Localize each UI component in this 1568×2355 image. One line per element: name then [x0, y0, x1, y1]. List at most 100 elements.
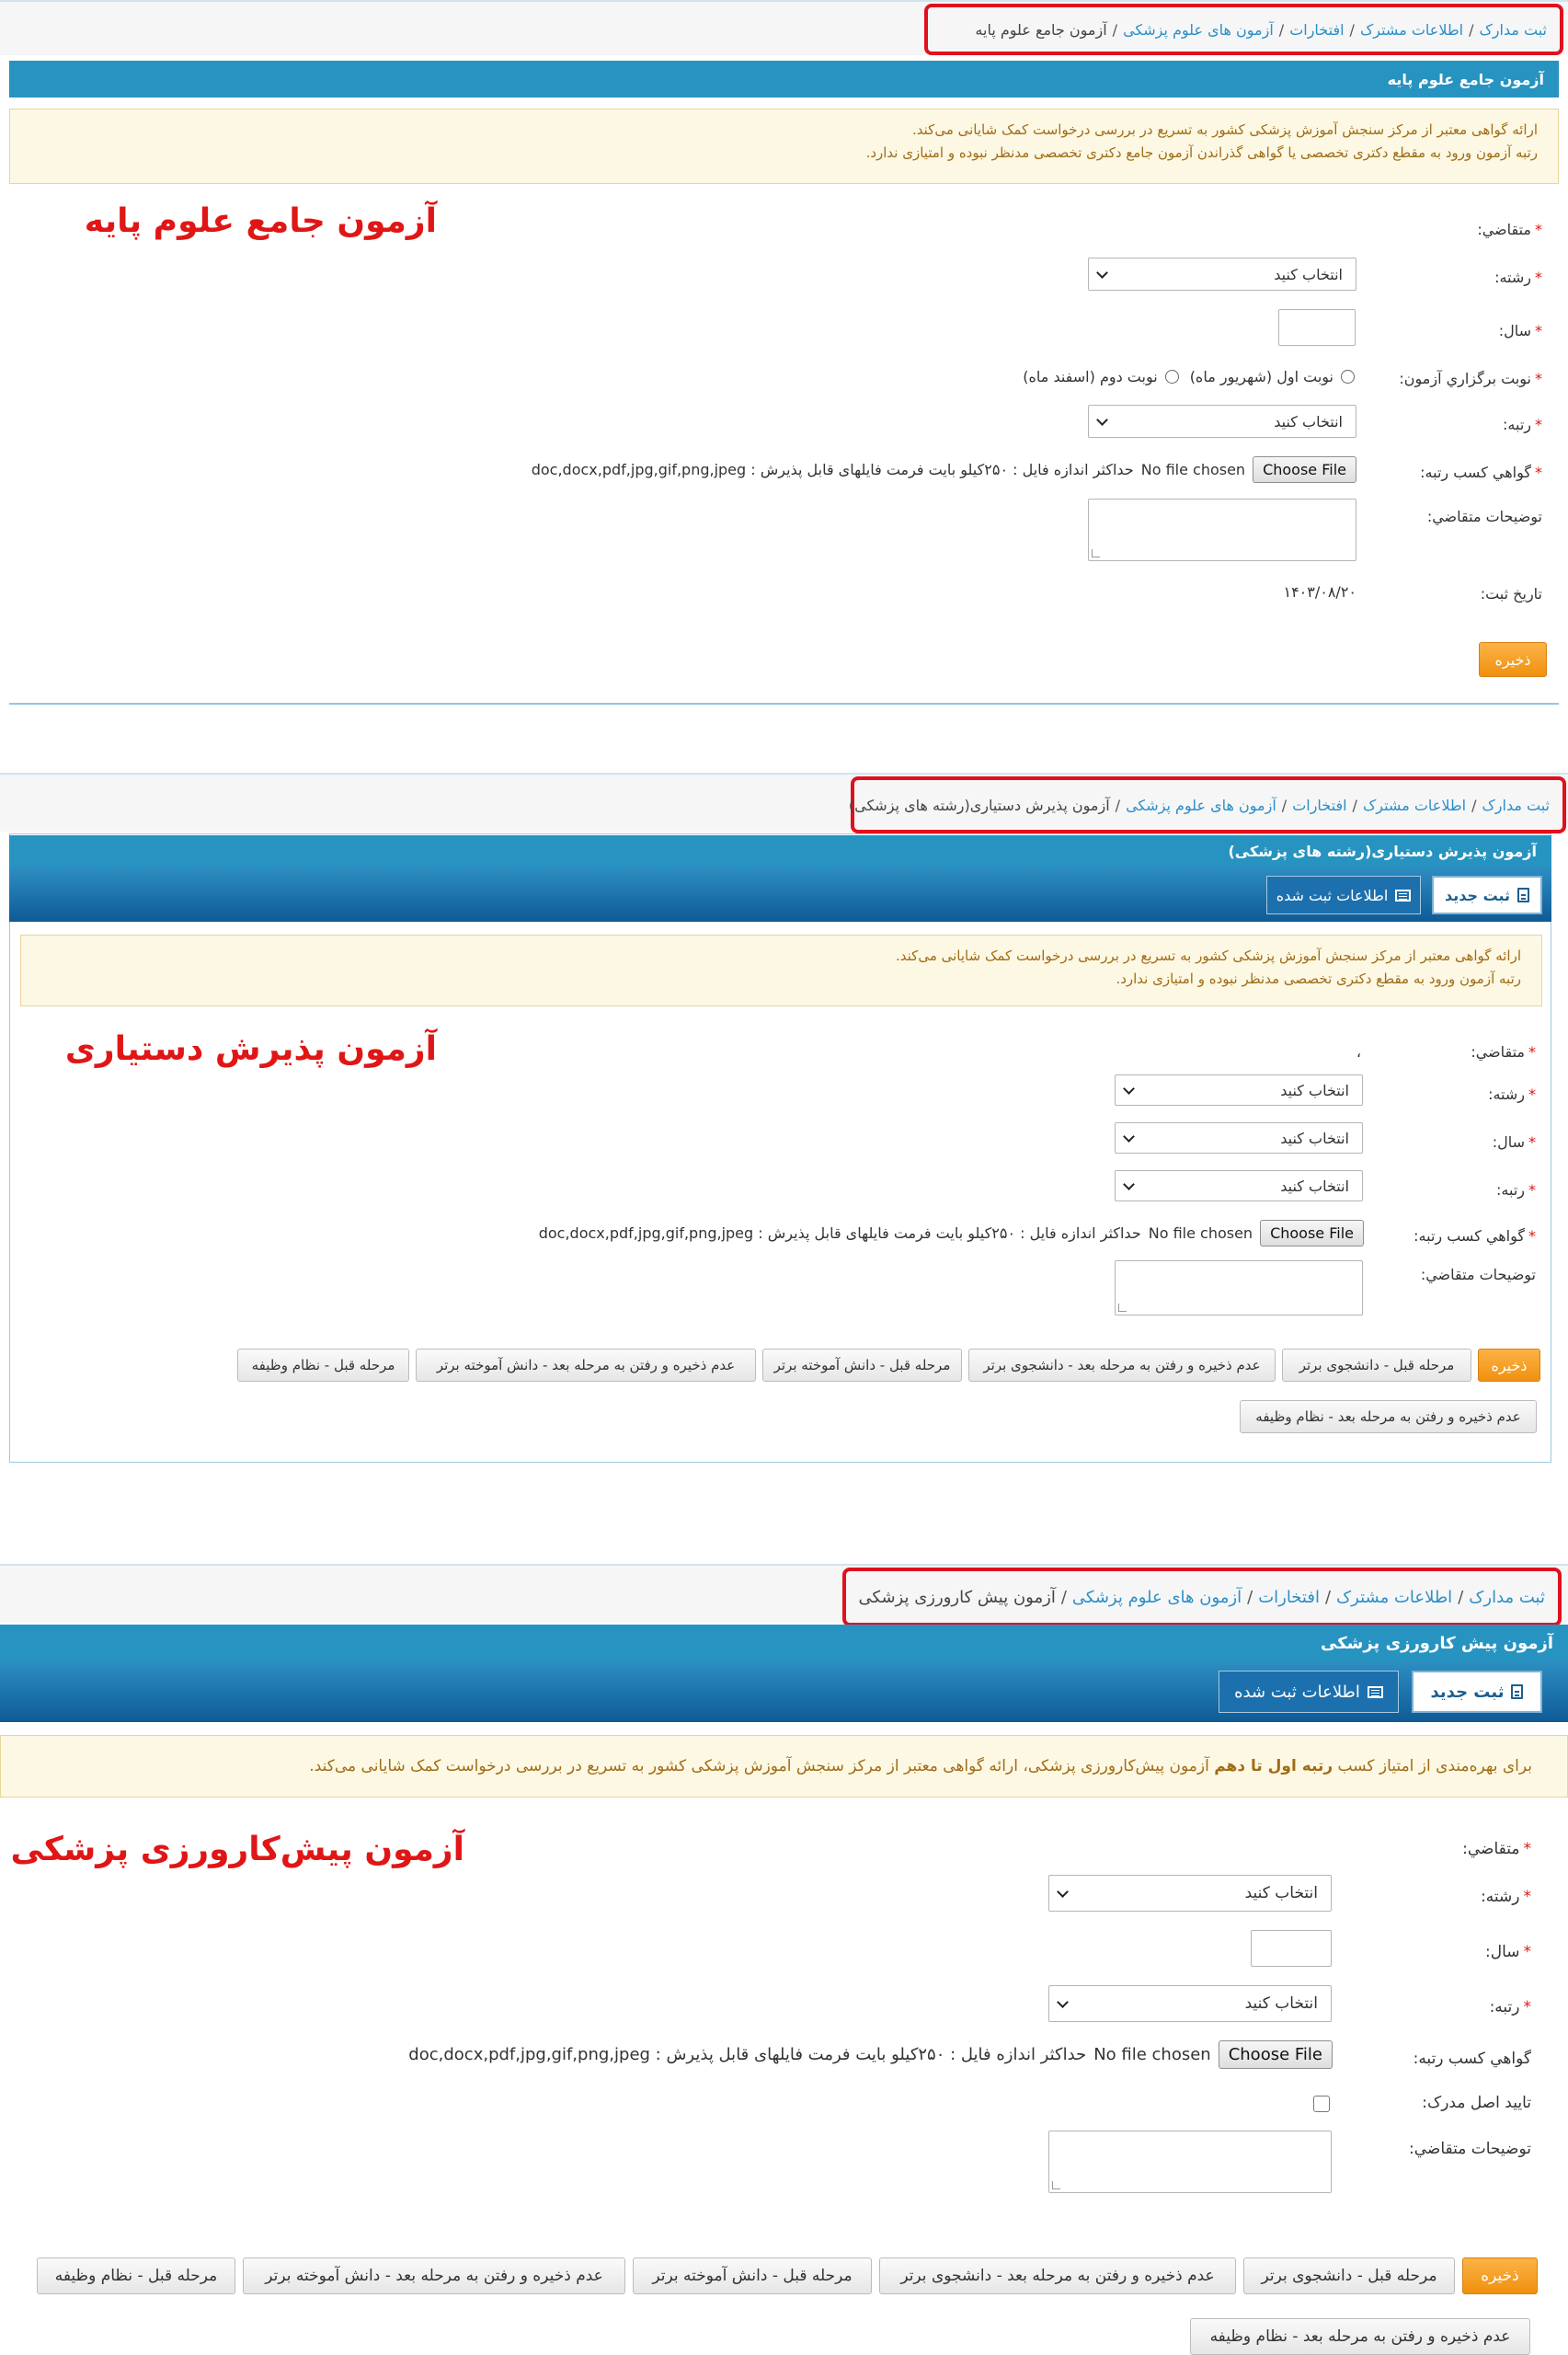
reg-date-label: تاريخ ثبت:: [1480, 585, 1542, 603]
alert-line: برای بهره‌مندی از امتیاز کسب رتبه اول تا…: [309, 1756, 1532, 1775]
certificate-file-row: Choose File No file chosen حداکثر اندازه…: [408, 2040, 1333, 2069]
breadcrumb-medical[interactable]: آزمون های علوم پزشکی: [1072, 1588, 1242, 1607]
breadcrumb-shared[interactable]: اطلاعات مشترک: [1336, 1588, 1452, 1607]
file-size-note: حداکثر اندازه فایل : ۲۵۰کیلو بایت فرمت ف…: [408, 2045, 1087, 2064]
year-input[interactable]: [1278, 309, 1356, 346]
next-top-student-button[interactable]: عدم ذخیره و رفتن به مرحله بعد - دانشجوی …: [968, 1349, 1276, 1382]
breadcrumb-home[interactable]: ثبت مدارک: [1469, 1588, 1545, 1607]
info-alert: ارائه گواهی معتبر از مرکز سنجش آموزش پزش…: [20, 935, 1542, 1006]
applicant-label: *متقاضي:: [1471, 1043, 1536, 1061]
applicant-label: *متقاضي:: [1462, 1840, 1531, 1858]
description-textarea[interactable]: [1048, 2131, 1332, 2193]
round-radio-group: نوبت اول (شهریور ماه) نوبت دوم (اسفند ما…: [1023, 368, 1355, 385]
next-top-student-button[interactable]: عدم ذخیره و رفتن به مرحله بعد - دانشجوی …: [879, 2257, 1236, 2294]
breadcrumb-current: آزمون جامع علوم پایه: [975, 20, 1107, 39]
breadcrumb-current: آزمون پذیرش دستیاری(رشته های پزشکی): [848, 796, 1110, 814]
breadcrumb-home[interactable]: ثبت مدارک: [1482, 797, 1550, 814]
description-label: توضیحات متقاضي:: [1420, 1266, 1536, 1283]
prev-top-student-button[interactable]: مرحله قبل - دانشجوی برتر: [1243, 2257, 1455, 2294]
breadcrumb-honors[interactable]: افتخارات: [1289, 21, 1344, 39]
year-input[interactable]: [1251, 1930, 1332, 1967]
required-mark: *: [1535, 221, 1542, 238]
prev-military-button[interactable]: مرحله قبل - نظام وظیفه: [237, 1349, 409, 1382]
prev-top-graduate-button[interactable]: مرحله قبل - دانش آموخته برتر: [633, 2257, 872, 2294]
no-file-text: No file chosen: [1148, 1224, 1253, 1242]
tab-saved-records[interactable]: اطلاعات ثبت شده: [1266, 876, 1421, 914]
breadcrumb: ثبت مدارک / اطلاعات مشترک / افتخارات / آزمو…: [848, 776, 1566, 833]
original-confirm-checkbox[interactable]: [1313, 2096, 1330, 2112]
choose-file-button[interactable]: Choose File: [1260, 1220, 1364, 1246]
rank-select[interactable]: انتخاب کنید: [1115, 1170, 1363, 1201]
alert-line: رتبه آزمون ورود به مقطع دکتری تخصصی مدنظ…: [1116, 971, 1521, 987]
rank-label: *رتبه:: [1489, 1998, 1531, 2016]
certificate-label: *گواهي كسب رتبه:: [1420, 464, 1542, 481]
document-icon: [1511, 1684, 1524, 1699]
tab-saved-records[interactable]: اطلاعات ثبت شده: [1219, 1671, 1399, 1713]
certificate-file-row: Choose File No file chosen حداکثر اندازه…: [539, 1220, 1364, 1246]
prev-top-student-button[interactable]: مرحله قبل - دانشجوی برتر: [1282, 1349, 1471, 1382]
alert-line: ارائه گواهی معتبر از مرکز سنجش آموزش پزش…: [912, 121, 1538, 138]
section-title: آزمون پیش‌کارورزی پزشکی: [10, 1831, 465, 1868]
save-button[interactable]: ذخیره: [1478, 1349, 1540, 1382]
breadcrumb-medical[interactable]: آزمون های علوم پزشکی: [1126, 797, 1276, 814]
chevron-down-icon: [1123, 1130, 1135, 1143]
tab-new-record[interactable]: ثبت جدید: [1432, 876, 1542, 914]
rank-label: *رتبه:: [1496, 1181, 1536, 1199]
field-label: *رشته:: [1481, 1888, 1531, 1906]
save-button[interactable]: ذخیره: [1479, 642, 1547, 677]
next-top-graduate-button[interactable]: عدم ذخیره و رفتن به مرحله بعد - دانش آمو…: [243, 2257, 625, 2294]
panel-header: آزمون پذیرش دستیاری(رشته های پزشکی): [9, 835, 1551, 867]
breadcrumb-medical[interactable]: آزمون های علوم پزشکی: [1123, 21, 1274, 39]
no-file-text: No file chosen: [1140, 461, 1246, 478]
description-textarea[interactable]: [1115, 1260, 1363, 1315]
tab-new-record[interactable]: ثبت جدید: [1412, 1671, 1542, 1713]
chevron-down-icon: [1057, 1995, 1069, 2008]
save-button[interactable]: ذخیره: [1462, 2257, 1538, 2294]
description-label: توضیحات متقاضي:: [1409, 2140, 1531, 2158]
prev-top-graduate-button[interactable]: مرحله قبل - دانش آموخته برتر: [762, 1349, 962, 1382]
breadcrumb-honors[interactable]: افتخارات: [1258, 1588, 1320, 1607]
next-top-graduate-button[interactable]: عدم ذخیره و رفتن به مرحله بعد - دانش آمو…: [416, 1349, 756, 1382]
alert-highlight: رتبه اول تا دهم: [1214, 1756, 1333, 1775]
next-military-button[interactable]: عدم ذخیره و رفتن به مرحله بعد - نظام وظی…: [1190, 2318, 1530, 2355]
list-icon: [1367, 1685, 1383, 1698]
choose-file-button[interactable]: Choose File: [1253, 456, 1356, 483]
panel-divider: [9, 703, 1559, 705]
rank-select[interactable]: انتخاب کنید: [1048, 1985, 1332, 2022]
original-confirm-label: تاييد اصل مدرک:: [1422, 2094, 1531, 2112]
chevron-down-icon: [1096, 266, 1108, 279]
description-label: توضیحات متقاضي:: [1426, 508, 1542, 525]
file-size-note: حداکثر اندازه فایل : ۲۵۰کیلو بایت فرمت ف…: [531, 461, 1134, 478]
no-file-text: No file chosen: [1093, 2045, 1211, 2064]
breadcrumb-honors[interactable]: افتخارات: [1292, 797, 1346, 814]
breadcrumb-shared[interactable]: اطلاعات مشترک: [1363, 797, 1466, 814]
breadcrumb: ثبت مدارک / اطلاعات مشترک / افتخارات / آزمو…: [842, 1568, 1562, 1626]
field-select[interactable]: انتخاب کنید: [1048, 1875, 1332, 1912]
file-size-note: حداکثر اندازه فایل : ۲۵۰کیلو بایت فرمت ف…: [538, 1224, 1141, 1242]
field-select[interactable]: انتخاب کنید: [1115, 1074, 1363, 1106]
certificate-label: گواهي كسب رتبه:: [1413, 2050, 1531, 2068]
reg-date-value: ۱۴۰۳/۰۸/۲۰: [1283, 583, 1356, 601]
field-select[interactable]: انتخاب کنید: [1088, 258, 1356, 291]
panel-residency: ثبت مدارک / اطلاعات مشترک / افتخارات / آزمو…: [0, 773, 1568, 1472]
description-textarea[interactable]: [1088, 499, 1356, 561]
round-radio-second[interactable]: [1164, 370, 1179, 384]
rank-select[interactable]: انتخاب کنید: [1088, 405, 1356, 438]
panel-header: آزمون پیش کارورزی پزشکی: [0, 1625, 1568, 1661]
list-icon: [1395, 889, 1412, 902]
applicant-value: ،: [1356, 1043, 1361, 1061]
round-radio-first[interactable]: [1341, 370, 1355, 384]
breadcrumb-home[interactable]: ثبت مدارک: [1479, 21, 1547, 39]
chevron-down-icon: [1123, 1178, 1135, 1190]
section-title: آزمون جامع علوم پایه: [84, 202, 437, 240]
year-select[interactable]: انتخاب کنید: [1115, 1122, 1363, 1154]
alert-line: رتبه آزمون ورود به مقطع دکتری تخصصی یا گ…: [865, 144, 1538, 161]
choose-file-button[interactable]: Choose File: [1218, 2040, 1333, 2069]
certificate-file-row: Choose File No file chosen حداکثر اندازه…: [532, 456, 1356, 483]
panel-pre-internship: ثبت مدارک / اطلاعات مشترک / افتخارات / آزمو…: [0, 1564, 1568, 2355]
breadcrumb-shared[interactable]: اطلاعات مشترک: [1360, 21, 1463, 39]
chevron-down-icon: [1057, 1885, 1069, 1898]
prev-military-button[interactable]: مرحله قبل - نظام وظیفه: [37, 2257, 235, 2294]
next-military-button[interactable]: عدم ذخیره و رفتن به مرحله بعد - نظام وظی…: [1240, 1400, 1537, 1433]
certificate-label: *گواهي كسب رتبه:: [1413, 1227, 1536, 1245]
